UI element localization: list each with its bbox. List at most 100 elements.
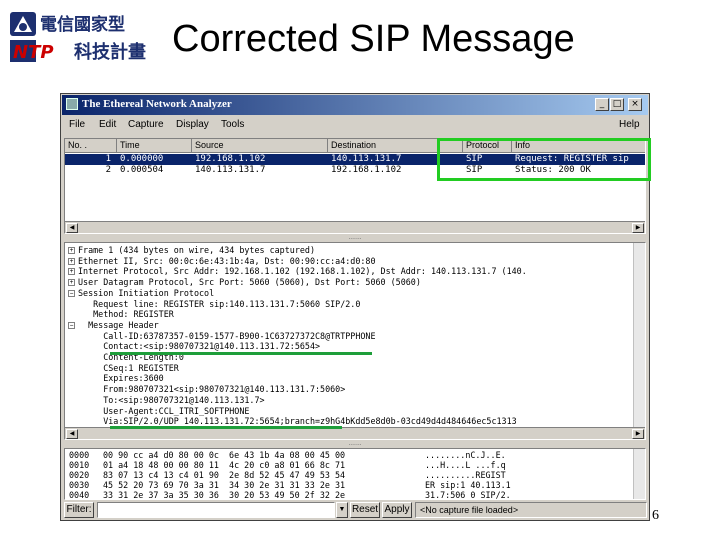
packet-source: 192.168.1.102 [195,154,266,164]
close-button[interactable]: × [628,98,642,111]
packet-info: Request: REGISTER sip [515,154,629,164]
scroll-right-arrow-icon[interactable]: ▶ [632,223,644,233]
detail-tree-text: Call-ID:63787357-0159-1577-B900-1C637273… [78,330,376,341]
reset-button[interactable]: Reset [350,502,380,518]
column-header-info[interactable]: Info [512,139,645,153]
menu-tools[interactable]: Tools [221,119,244,130]
detail-tree-row[interactable]: Via:SIP/2.0/UDP 140.113.131.72:5654;bran… [68,416,517,427]
hex-offset: 0010 [69,460,90,470]
detail-tree-row[interactable]: + Internet Protocol, Src Addr: 192.168.1.… [68,266,527,276]
packet-detail-pane: + Frame 1 (434 bytes on wire, 434 bytes c… [64,242,646,440]
app-icon [66,98,78,110]
scroll-right-arrow-icon[interactable]: ▶ [632,429,644,439]
hex-bytes: 83 07 13 c4 13 c4 01 90 2e 8d 52 45 47 4… [103,470,346,480]
detail-tree-text: Method: REGISTER [78,309,174,320]
detail-tree-text: Content-Length:0 [78,352,184,362]
hex-ascii: ...H....L ...f.q [425,460,506,470]
packet-protocol: SIP [466,165,483,175]
menu-display[interactable]: Display [176,119,209,130]
scroll-left-arrow-icon[interactable]: ◀ [66,223,78,233]
detail-tree-row[interactable]: − Message Header [68,320,159,330]
detail-tree-row[interactable]: Method: REGISTER [68,309,174,319]
hex-offset: 0000 [69,450,90,460]
packet-list-pane: No. . Time Source Destination Protocol I… [64,138,646,234]
maximize-button[interactable]: □ [610,98,624,111]
pane-splitter[interactable]: ....... [63,441,647,447]
packet-row[interactable]: 1 0.000000 192.168.1.102 140.113.131.7 S… [65,154,645,165]
detail-tree-row[interactable]: To:<sip:980707321@140.113.131.7> [68,394,265,405]
apply-button[interactable]: Apply [382,502,412,518]
pane-splitter[interactable]: ....... [63,235,647,241]
expand-toggle-icon[interactable]: + [68,257,75,265]
detail-tree-row[interactable]: + Frame 1 (434 bytes on wire, 434 bytes c… [68,245,315,255]
collapse-toggle-icon[interactable]: − [68,289,75,297]
page-number: 6 [652,508,659,523]
packet-list-hscrollbar[interactable]: ◀ ▶ [65,221,645,233]
column-header-destination[interactable]: Destination [328,139,463,153]
filter-bar: Filter: ▼ Reset Apply <No capture file l… [63,501,647,519]
detail-tree-row[interactable]: Expires:3600 [68,373,164,383]
packet-no: 2 [105,165,111,175]
scroll-left-arrow-icon[interactable]: ◀ [66,429,78,439]
packet-time: 0.000504 [120,165,164,175]
column-header-protocol[interactable]: Protocol [463,139,512,153]
detail-tree-row[interactable]: From:980707321<sip:980707321@140.113.131… [68,384,345,394]
logo-zh-bottom: 科技計畫 [74,41,146,63]
packet-no: 1 [105,154,111,164]
menu-bar: File Edit Capture Display Tools Help [63,116,647,134]
expand-toggle-icon[interactable]: + [68,247,75,254]
hex-ascii: ........nC.J..E. [425,450,506,460]
slide-title: Corrected SIP Message [172,18,575,60]
detail-tree-text: Request line: REGISTER sip:140.113.131.7… [78,298,361,309]
ethereal-window: The Ethereal Network Analyzer _ □ × File… [60,93,650,521]
menu-edit[interactable]: Edit [99,119,116,130]
filter-input[interactable] [97,502,335,518]
hex-bytes: 45 52 20 73 69 70 3a 31 34 30 2e 31 31 3… [103,480,346,490]
detail-tree-text: Ethernet II, Src: 00:0c:6e:43:1b:4a, Dst… [78,255,376,266]
detail-tree-row[interactable]: + User Datagram Protocol, Src Port: 5060 … [68,277,421,287]
packet-info: Status: 200 OK [515,165,591,175]
detail-tree-row[interactable]: Call-ID:63787357-0159-1577-B900-1C637273… [68,330,376,341]
detail-tree-row[interactable]: + Ethernet II, Src: 00:0c:6e:43:1b:4a, Ds… [68,256,376,266]
packet-row[interactable]: 2 0.000504 140.113.131.7 192.168.1.102 S… [65,165,645,176]
packet-protocol: SIP [466,154,483,164]
ntp-logo: 電信國家型 NTP 科技計畫 [8,8,158,68]
collapse-toggle-icon[interactable]: − [68,321,75,329]
window-titlebar[interactable]: The Ethereal Network Analyzer _ □ × [62,95,648,115]
detail-tree-text: Session Initiation Protocol [78,287,215,298]
column-header-source[interactable]: Source [192,139,328,153]
detail-tree-row[interactable]: − Session Initiation Protocol [68,288,214,298]
detail-tree-row[interactable]: CSeq:1 REGISTER [68,363,179,373]
window-title: The Ethereal Network Analyzer [82,98,232,110]
detail-tree-text: Frame 1 (434 bytes on wire, 434 bytes ca… [78,245,315,255]
menu-file[interactable]: File [69,119,85,130]
expand-toggle-icon[interactable]: + [68,279,75,287]
detail-tree-text: Expires:3600 [78,373,164,384]
hex-vscrollbar[interactable] [633,449,645,499]
detail-tree-text: User-Agent:CCL_ITRI_SOFTPHONE [78,405,250,416]
detail-hscrollbar[interactable]: ◀ ▶ [65,427,645,439]
detail-tree-row[interactable]: User-Agent:CCL_ITRI_SOFTPHONE [68,406,249,416]
detail-tree-text: To:<sip:980707321@140.113.131.7> [78,394,265,405]
filter-dropdown-arrow-icon[interactable]: ▼ [336,502,348,518]
status-bar: <No capture file loaded> [415,502,647,518]
expand-toggle-icon[interactable]: + [68,268,75,276]
hex-bytes: 01 a4 18 48 00 00 80 11 4c 20 c0 a8 01 6… [103,460,346,470]
hex-dump-pane: 0000 00 90 cc a4 d0 80 00 0c 6e 43 1b 4a … [64,448,646,500]
ntp-logo-graphic: 電信國家型 NTP 科技計畫 [10,12,146,63]
filter-button[interactable]: Filter: [64,502,94,518]
menu-capture[interactable]: Capture [128,119,164,130]
detail-tree-text: Via:SIP/2.0/UDP 140.113.131.72:5654;bran… [78,416,517,427]
column-header-time[interactable]: Time [117,139,192,153]
detail-tree-row[interactable]: Contact:<sip:980707321@140.113.131.72:56… [68,341,320,351]
hex-ascii: ..........REGIST [425,470,506,480]
detail-vscrollbar[interactable] [633,243,645,427]
hex-offset: 0020 [69,470,90,480]
detail-tree-row[interactable]: Request line: REGISTER sip:140.113.131.7… [68,299,360,309]
detail-tree-text: Message Header [78,319,159,330]
detail-tree-row[interactable]: Content-Length:0 [68,352,184,362]
minimize-button[interactable]: _ [595,98,609,111]
menu-help[interactable]: Help [619,119,640,130]
column-header-no[interactable]: No. . [65,139,117,153]
hex-offset: 0030 [69,480,90,490]
